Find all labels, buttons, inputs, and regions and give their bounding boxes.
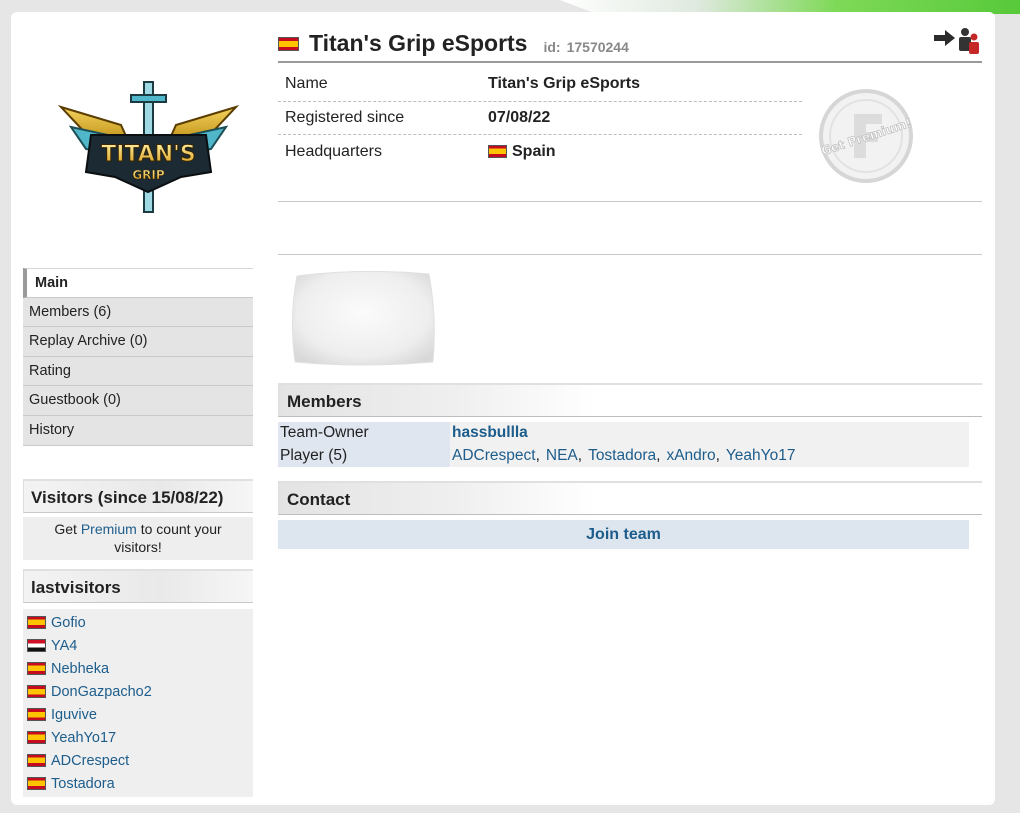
- spain-flag-icon: [27, 685, 46, 698]
- visitors-title: Visitors (since 15/08/22): [23, 479, 253, 513]
- visitor-link[interactable]: Tostadora: [51, 773, 115, 795]
- visitor-link[interactable]: YA4: [51, 635, 77, 657]
- get-premium-badge[interactable]: Get Premium!: [816, 86, 916, 186]
- info-row-name: Name Titan's Grip eSports: [278, 68, 802, 102]
- nav-item-rating[interactable]: Rating: [23, 356, 253, 387]
- visitors-message: Get Premium to count your visitors!: [23, 517, 253, 560]
- player-link[interactable]: YeahYo17: [726, 447, 796, 464]
- last-visitors-title: lastvisitors: [23, 569, 253, 603]
- spain-flag-icon: [27, 777, 46, 790]
- visitor-link[interactable]: Iguvive: [51, 704, 97, 726]
- contact-section-header: Contact: [278, 481, 982, 515]
- player-link[interactable]: ADCrespect: [452, 447, 536, 464]
- last-visitors-box: lastvisitors Gofio YA4 Nebheka DonGazpac…: [23, 569, 253, 797]
- team-owner-row: Team-Owner hassbullla: [278, 422, 969, 445]
- visitor-link[interactable]: ADCrespect: [51, 750, 129, 772]
- info-value: Titan's Grip eSports: [488, 75, 640, 93]
- team-pillow-image: [291, 270, 435, 366]
- list-item: YeahYo17: [27, 726, 253, 749]
- team-name-heading: Titan's Grip eSports: [309, 30, 528, 56]
- divider: [278, 201, 982, 202]
- team-owner-label: Team-Owner: [278, 422, 450, 445]
- team-owner-value: hassbullla: [450, 422, 969, 445]
- spain-flag-icon: [488, 145, 507, 159]
- nav-item-members[interactable]: Members (6): [23, 297, 253, 328]
- members-table: Team-Owner hassbullla Player (5) ADCresp…: [278, 422, 969, 467]
- list-item: Gofio: [27, 611, 253, 634]
- nav-item-history[interactable]: History: [23, 415, 253, 446]
- team-title-row: Titan's Grip eSports id: 17570244: [278, 25, 982, 62]
- list-item: Nebheka: [27, 657, 253, 680]
- team-info-table: Name Titan's Grip eSports Registered sin…: [278, 68, 802, 169]
- nav-item-guestbook[interactable]: Guestbook (0): [23, 386, 253, 416]
- spain-flag-icon: [27, 731, 46, 744]
- premium-link[interactable]: Premium: [81, 521, 137, 537]
- nav-item-replay-archive[interactable]: Replay Archive (0): [23, 327, 253, 357]
- divider: [278, 254, 982, 255]
- last-visitors-list: Gofio YA4 Nebheka DonGazpacho2 Iguvive Y…: [23, 609, 253, 797]
- spain-flag-icon: [27, 754, 46, 767]
- spain-flag-icon: [27, 708, 46, 721]
- info-value: Spain: [488, 143, 556, 161]
- visitors-box: Visitors (since 15/08/22) Get Premium to…: [23, 479, 253, 560]
- info-row-headquarters: Headquarters Spain: [278, 135, 802, 169]
- logo-text-bottom: GRIP: [132, 168, 165, 182]
- join-team-button[interactable]: Join team: [278, 520, 969, 549]
- list-item: Tostadora: [27, 772, 253, 795]
- players-row: Player (5) ADCrespect, NEA, Tostadora, xAnd…: [278, 444, 969, 467]
- headquarters-country: Spain: [512, 142, 556, 160]
- info-value: 07/08/22: [488, 108, 551, 126]
- members-section-header: Members: [278, 383, 982, 417]
- list-item: Iguvive: [27, 703, 253, 726]
- players-value: ADCrespect, NEA, Tostadora, xAndro, YeahYo17: [450, 444, 969, 467]
- team-logo: TITAN'S GRIP: [57, 81, 240, 213]
- team-nav-menu: Main Members (6) Replay Archive (0) Rati…: [23, 268, 253, 446]
- visitor-link[interactable]: YeahYo17: [51, 727, 116, 749]
- player-link[interactable]: NEA: [546, 447, 578, 464]
- team-profile-card: TITAN'S GRIP Titan's Grip eSports id: 17…: [11, 12, 995, 805]
- logo-text-top: TITAN'S: [101, 142, 196, 167]
- team-id-value: 17570244: [566, 38, 629, 55]
- spain-flag-icon: [27, 662, 46, 675]
- visitor-link[interactable]: Gofio: [51, 612, 86, 634]
- visitors-text-before: Get: [54, 521, 77, 537]
- info-row-registered: Registered since 07/08/22: [278, 102, 802, 135]
- list-item: ADCrespect: [27, 749, 253, 772]
- info-label: Name: [285, 75, 328, 93]
- team-owner-link[interactable]: hassbullla: [452, 424, 528, 441]
- list-item: YA4: [27, 634, 253, 657]
- egypt-flag-icon: [27, 639, 46, 652]
- player-link[interactable]: Tostadora: [588, 447, 656, 464]
- nav-item-main[interactable]: Main: [23, 268, 253, 298]
- title-divider: [278, 61, 982, 63]
- info-label: Registered since: [285, 108, 405, 126]
- transfer-person-icon[interactable]: [933, 26, 979, 56]
- team-id-label: id:: [543, 38, 561, 55]
- spain-flag-icon: [27, 616, 46, 629]
- info-label: Headquarters: [285, 142, 382, 160]
- visitor-link[interactable]: DonGazpacho2: [51, 681, 152, 703]
- spain-flag-icon: [278, 36, 299, 51]
- players-label: Player (5): [278, 444, 450, 467]
- list-item: DonGazpacho2: [27, 680, 253, 703]
- visitor-link[interactable]: Nebheka: [51, 658, 109, 680]
- player-link[interactable]: xAndro: [666, 447, 715, 464]
